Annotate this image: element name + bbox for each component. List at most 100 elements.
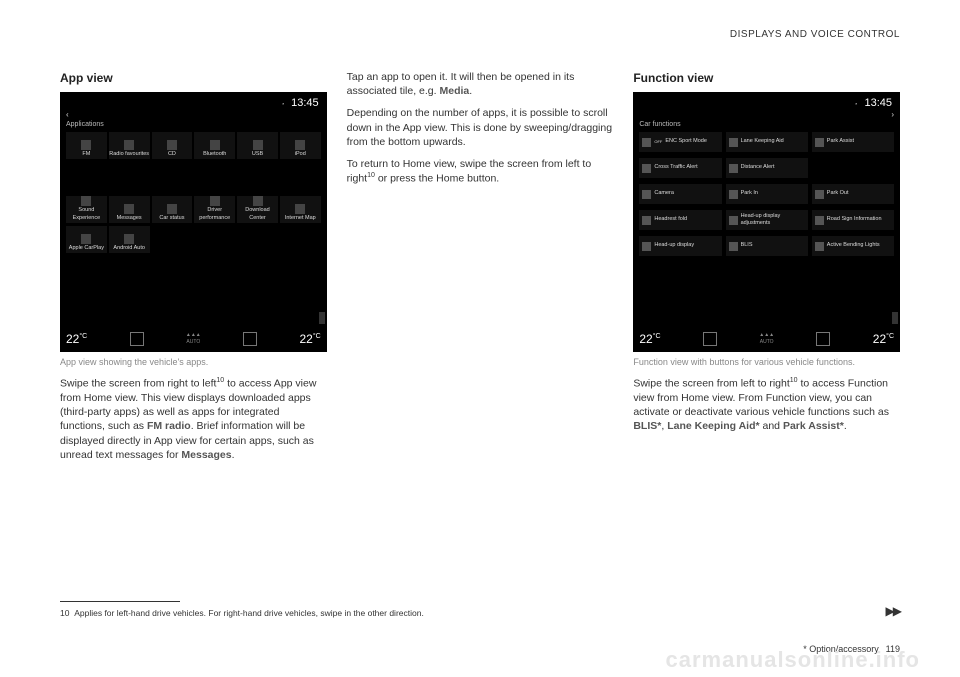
section-header: DISPLAYS AND VOICE CONTROL: [730, 28, 900, 42]
function-view-heading: Function view: [633, 70, 900, 86]
func-icon: [729, 138, 738, 147]
text: or press the Home button.: [375, 173, 499, 185]
footnote-rule: [60, 601, 180, 602]
text: .: [844, 420, 847, 432]
app-label: iPod: [295, 151, 306, 158]
app-label: CD: [168, 151, 176, 158]
ss-title: Applications: [66, 120, 104, 129]
globe-icon: [295, 204, 305, 214]
app-carplay: Apple CarPlay: [66, 226, 107, 253]
footnote-10: 10 Applies for left-hand drive vehicles.…: [60, 608, 424, 619]
func-label: Park Assist: [827, 138, 854, 145]
func-label: Head-up display adjustments: [741, 213, 805, 228]
text: .: [232, 449, 235, 461]
func-label: BLIS: [741, 242, 753, 249]
func-cta: Cross Traffic Alert: [639, 158, 721, 178]
signal-icon: [854, 99, 861, 106]
temp-unit: °C: [313, 333, 321, 340]
footnote-text: Applies for left-hand drive vehicles. Fo…: [74, 608, 424, 618]
seat-right-icon: [816, 332, 830, 346]
fan-auto: ▲▲▲AUTO: [186, 332, 201, 346]
col3-para1: Swipe the screen from left to right10 to…: [633, 376, 900, 433]
side-index: [319, 312, 325, 324]
app-grid: FM Radio favourites CD Bluetooth USB iPo…: [66, 132, 321, 253]
func-hudadj: Head-up display adjustments: [726, 210, 808, 230]
off-label: OFF: [654, 139, 662, 144]
column-3: Function view 13:45 › Car functions OFFE…: [633, 70, 900, 470]
function-grid: OFFENC Sport Mode Lane Keeping Aid Park …: [639, 132, 894, 256]
app-messages: Messages: [109, 196, 150, 223]
fan-auto: ▲▲▲AUTO: [759, 332, 774, 346]
app-view-screenshot: 13:45 ‹ Applications FM Radio favourites…: [60, 92, 327, 352]
func-icon: [815, 190, 824, 199]
func-parkassist: Park Assist: [812, 132, 894, 152]
fm-icon: [81, 140, 91, 150]
ss-clock: 13:45: [854, 96, 892, 111]
ss-time-text: 13:45: [864, 97, 892, 109]
app-download: Download Center: [237, 196, 278, 223]
column-2: Tap an app to open it. It will then be o…: [347, 70, 614, 470]
col1-para1: Swipe the screen from right to left10 to…: [60, 376, 327, 462]
app-label: Apple CarPlay: [69, 245, 104, 252]
footnote-ref: 10: [790, 377, 798, 384]
ss-title: Car functions: [639, 120, 680, 129]
func-label: Park Out: [827, 190, 849, 197]
app-driverperf: Driver performance: [194, 196, 235, 223]
temp-value: 22: [873, 332, 886, 346]
temp-unit: °C: [886, 333, 894, 340]
app-label: Radio favourites: [109, 151, 149, 158]
seat-right-icon: [243, 332, 257, 346]
func-label: Lane Keeping Aid: [741, 138, 784, 145]
bold-lka: Lane Keeping Aid*: [667, 420, 759, 432]
watermark: carmanualsonline.info: [666, 645, 921, 675]
func-roadsign: Road Sign Information: [812, 210, 894, 230]
app-label: Bluetooth: [203, 151, 226, 158]
app-usb: USB: [237, 132, 278, 159]
app-fm: FM: [66, 132, 107, 159]
bold-fm-radio: FM radio: [147, 420, 191, 432]
func-label: Headrest fold: [654, 216, 687, 223]
func-sport: OFFENC Sport Mode: [639, 132, 721, 152]
col2-para3: To return to Home view, swipe the screen…: [347, 157, 614, 186]
app-label: FM: [82, 151, 90, 158]
side-index: [892, 312, 898, 324]
app-carstatus: Car status: [152, 196, 193, 223]
app-label: Internet Map: [285, 215, 316, 222]
func-blis: BLIS: [726, 236, 808, 256]
temp-unit: °C: [79, 333, 87, 340]
ss-time-text: 13:45: [291, 97, 319, 109]
func-label: Head-up display: [654, 242, 694, 249]
func-parkout: Park Out: [812, 184, 894, 204]
app-label: Android Auto: [113, 245, 145, 252]
func-icon: [642, 138, 651, 147]
app-label: Car status: [159, 215, 184, 222]
temp-left: 22°C: [66, 331, 87, 347]
carplay-icon: [81, 234, 91, 244]
function-view-caption: Function view with buttons for various v…: [633, 356, 900, 368]
func-icon: [815, 242, 824, 251]
temp-right: 22°C: [873, 331, 894, 347]
func-label: Road Sign Information: [827, 216, 882, 223]
func-icon: [642, 242, 651, 251]
auto-label: AUTO: [760, 339, 774, 345]
function-view-screenshot: 13:45 › Car functions OFFENC Sport Mode …: [633, 92, 900, 352]
ss-clock: 13:45: [281, 96, 319, 111]
func-camera: Camera: [639, 184, 721, 204]
app-bluetooth: Bluetooth: [194, 132, 235, 159]
warning-icon: [167, 204, 177, 214]
bold-media: Media: [439, 85, 469, 97]
func-label: Distance Alert: [741, 164, 775, 171]
usb-icon: [253, 140, 263, 150]
bluetooth-icon: [210, 140, 220, 150]
func-icon: [815, 138, 824, 147]
app-cd: CD: [152, 132, 193, 159]
auto-label: AUTO: [186, 339, 200, 345]
download-icon: [253, 196, 263, 206]
text: .: [469, 85, 472, 97]
seat-left-icon: [703, 332, 717, 346]
func-icon: [642, 190, 651, 199]
func-headrest: Headrest fold: [639, 210, 721, 230]
sound-icon: [81, 196, 91, 206]
func-icon: [642, 164, 651, 173]
temp-value: 22: [66, 332, 79, 346]
